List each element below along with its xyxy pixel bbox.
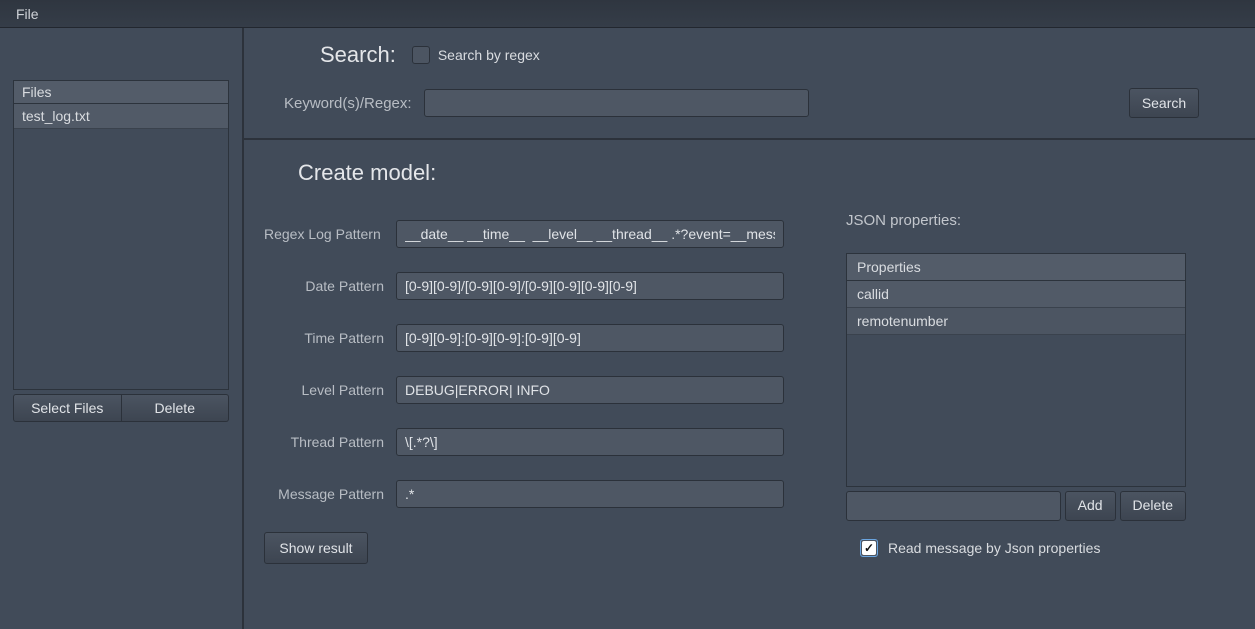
read-by-json-row: Read message by Json properties xyxy=(846,539,1186,557)
level-pattern-label: Level Pattern xyxy=(264,382,396,398)
message-pattern-input[interactable] xyxy=(396,480,784,508)
json-property-input-row: Add Delete xyxy=(846,491,1186,521)
create-model-title: Create model: xyxy=(264,160,792,186)
search-title-row: Search: Search by regex xyxy=(264,42,1235,68)
menubar: File xyxy=(0,0,1255,28)
level-pattern-input[interactable] xyxy=(396,376,784,404)
read-by-json-checkbox[interactable] xyxy=(860,539,878,557)
files-header: Files xyxy=(14,81,228,104)
add-property-button[interactable]: Add xyxy=(1065,491,1116,521)
json-properties-title: JSON properties: xyxy=(846,212,1186,229)
thread-pattern-row: Thread Pattern xyxy=(264,428,792,456)
message-pattern-row: Message Pattern xyxy=(264,480,792,508)
regex-checkbox-wrap: Search by regex xyxy=(412,46,540,64)
search-input-row: Keyword(s)/Regex: Search xyxy=(264,88,1235,118)
time-pattern-row: Time Pattern xyxy=(264,324,792,352)
search-button[interactable]: Search xyxy=(1129,88,1199,118)
keyword-input[interactable] xyxy=(424,89,809,117)
regex-log-pattern-row: Regex Log Pattern xyxy=(264,220,792,248)
json-property-input[interactable] xyxy=(846,491,1061,521)
date-pattern-row: Date Pattern xyxy=(264,272,792,300)
regex-log-pattern-label: Regex Log Pattern xyxy=(264,226,396,242)
time-pattern-label: Time Pattern xyxy=(264,330,396,346)
search-by-regex-label: Search by regex xyxy=(438,47,540,63)
main-panel: Search: Search by regex Keyword(s)/Regex… xyxy=(244,28,1255,629)
delete-property-button[interactable]: Delete xyxy=(1120,491,1186,521)
json-property-row[interactable]: remotenumber xyxy=(847,308,1185,335)
thread-pattern-label: Thread Pattern xyxy=(264,434,396,450)
files-panel: Files test_log.txt xyxy=(13,80,229,390)
sidebar-buttons: Select Files Delete xyxy=(13,394,229,422)
menu-file[interactable]: File xyxy=(4,3,51,25)
json-properties-column: JSON properties: Properties callid remot… xyxy=(846,160,1186,564)
search-by-regex-checkbox[interactable] xyxy=(412,46,430,64)
delete-file-button[interactable]: Delete xyxy=(122,394,230,422)
thread-pattern-input[interactable] xyxy=(396,428,784,456)
file-row[interactable]: test_log.txt xyxy=(14,104,228,129)
sidebar: Files test_log.txt Select Files Delete xyxy=(0,28,244,629)
json-properties-header: Properties xyxy=(847,254,1185,281)
search-title: Search: xyxy=(320,42,396,68)
keyword-label: Keyword(s)/Regex: xyxy=(284,95,414,112)
date-pattern-input[interactable] xyxy=(396,272,784,300)
pattern-column: Create model: Regex Log Pattern Date Pat… xyxy=(264,160,792,564)
date-pattern-label: Date Pattern xyxy=(264,278,396,294)
time-pattern-input[interactable] xyxy=(396,324,784,352)
select-files-button[interactable]: Select Files xyxy=(13,394,122,422)
show-result-button[interactable]: Show result xyxy=(264,532,368,564)
json-properties-list[interactable]: callid remotenumber xyxy=(847,281,1185,486)
message-pattern-label: Message Pattern xyxy=(264,486,396,502)
create-model-section: Create model: Regex Log Pattern Date Pat… xyxy=(244,140,1255,584)
level-pattern-row: Level Pattern xyxy=(264,376,792,404)
files-list[interactable]: test_log.txt xyxy=(14,104,228,389)
content: Files test_log.txt Select Files Delete S… xyxy=(0,28,1255,629)
json-properties-panel: Properties callid remotenumber xyxy=(846,253,1186,487)
regex-log-pattern-input[interactable] xyxy=(396,220,784,248)
json-property-row[interactable]: callid xyxy=(847,281,1185,308)
search-section: Search: Search by regex Keyword(s)/Regex… xyxy=(244,28,1255,140)
read-by-json-label: Read message by Json properties xyxy=(888,540,1100,556)
